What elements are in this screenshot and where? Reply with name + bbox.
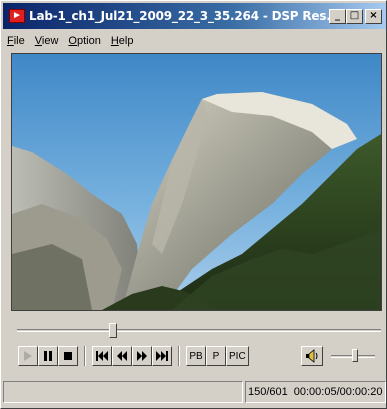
- menu-file[interactable]: File: [7, 35, 25, 47]
- volume-control: [301, 346, 385, 366]
- seek-slider[interactable]: [17, 321, 381, 339]
- time-readout: 00:00:05/00:00:20: [293, 385, 383, 398]
- skip-end-icon: [156, 351, 168, 361]
- speaker-icon: [306, 349, 318, 363]
- maximize-button[interactable]: □: [346, 8, 363, 24]
- menu-view-label: iew: [41, 35, 59, 47]
- status-pane-right: 150/601 00:00:05/00:00:20: [245, 380, 386, 403]
- pic-button[interactable]: PIC: [226, 346, 249, 366]
- video-frame-image: [12, 54, 381, 310]
- menu-option[interactable]: Option: [68, 35, 100, 47]
- rewind-icon: [117, 351, 127, 361]
- menu-view-accel: V: [34, 35, 42, 47]
- menu-bar: File View Option Help: [3, 31, 386, 51]
- pause-icon: [44, 351, 52, 361]
- minimize-icon: _: [335, 10, 340, 21]
- skip-start-icon: [96, 351, 108, 361]
- player-window: ► Lab-1_ch1_Jul21_2009_22_3_35.264 - DSP…: [0, 0, 387, 409]
- toolbar-separator: [178, 346, 180, 366]
- volume-slider[interactable]: [331, 348, 375, 362]
- menu-file-accel: F: [7, 35, 14, 47]
- fast-forward-button[interactable]: [132, 346, 152, 366]
- close-button[interactable]: ×: [365, 8, 382, 24]
- title-bar[interactable]: ► Lab-1_ch1_Jul21_2009_22_3_35.264 - DSP…: [3, 3, 386, 29]
- menu-help-accel: H: [110, 35, 119, 47]
- app-icon-glyph: ►: [12, 10, 22, 21]
- pause-button[interactable]: [38, 346, 58, 366]
- mute-button[interactable]: [301, 346, 323, 366]
- menu-help-label: elp: [118, 35, 134, 47]
- menu-file-label: ile: [13, 35, 25, 47]
- pb-button[interactable]: PB: [186, 346, 206, 366]
- skip-end-button[interactable]: [152, 346, 172, 366]
- menu-option-label: ption: [76, 35, 101, 47]
- menu-help[interactable]: Help: [111, 35, 134, 47]
- play-icon: [24, 351, 32, 361]
- close-icon: ×: [369, 10, 378, 21]
- seek-thumb[interactable]: [109, 323, 117, 338]
- menu-option-accel: O: [68, 35, 77, 47]
- skip-start-button[interactable]: [92, 346, 112, 366]
- stop-button[interactable]: [58, 346, 78, 366]
- frame-counter: 150/601: [248, 385, 288, 398]
- maximize-icon: □: [349, 10, 360, 21]
- status-pane-left: [3, 380, 243, 403]
- app-icon[interactable]: ►: [9, 9, 25, 23]
- window-title: Lab-1_ch1_Jul21_2009_22_3_35.264 - DSP R…: [29, 9, 329, 23]
- toolbar-separator: [84, 346, 86, 366]
- minimize-button[interactable]: _: [329, 8, 346, 24]
- play-button[interactable]: [18, 346, 38, 366]
- menu-view[interactable]: View: [35, 35, 59, 47]
- status-bar: 150/601 00:00:05/00:00:20: [3, 379, 386, 404]
- rewind-button[interactable]: [112, 346, 132, 366]
- p-button[interactable]: P: [206, 346, 226, 366]
- fast-forward-icon: [137, 351, 147, 361]
- video-display[interactable]: [11, 53, 382, 311]
- seek-track[interactable]: [17, 329, 381, 332]
- stop-icon: [64, 352, 72, 360]
- volume-thumb[interactable]: [352, 348, 358, 362]
- playback-controls: PB P PIC: [18, 346, 249, 366]
- window-controls: _ □ ×: [329, 8, 382, 24]
